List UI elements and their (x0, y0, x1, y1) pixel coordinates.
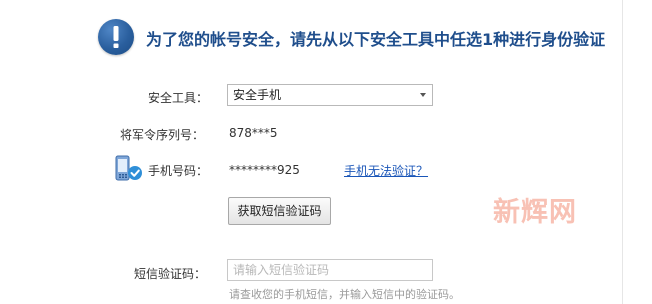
watermark-logo: 新辉网 (493, 197, 577, 228)
token-serial-label: 将军令序列号： (120, 128, 205, 142)
sms-code-hint: 请查收您的手机短信，并输入短信中的验证码。 (229, 288, 460, 301)
chevron-down-icon (420, 93, 426, 97)
security-notice-text: 为了您的帐号安全，请先从以下安全工具中任选1种进行身份验证 (146, 30, 606, 49)
phone-number-label: 手机号码： (148, 164, 209, 178)
phone-cannot-verify-link[interactable]: 手机无法验证？ (344, 162, 428, 179)
security-tool-label: 安全工具： (148, 91, 209, 105)
sms-code-label: 短信验证码： (134, 267, 207, 281)
exclamation-circle-icon (98, 19, 134, 55)
security-tool-selected-value: 安全手机 (233, 88, 282, 102)
mobile-phone-check-icon (114, 155, 144, 183)
get-sms-code-button[interactable]: 获取短信验证码 (228, 197, 331, 225)
page-right-border (622, 0, 623, 304)
sms-code-input[interactable] (227, 259, 433, 281)
phone-number-value: ********925 (229, 163, 300, 177)
security-tool-select[interactable]: 安全手机 (227, 84, 433, 106)
token-serial-value: 878***5 (229, 126, 278, 140)
